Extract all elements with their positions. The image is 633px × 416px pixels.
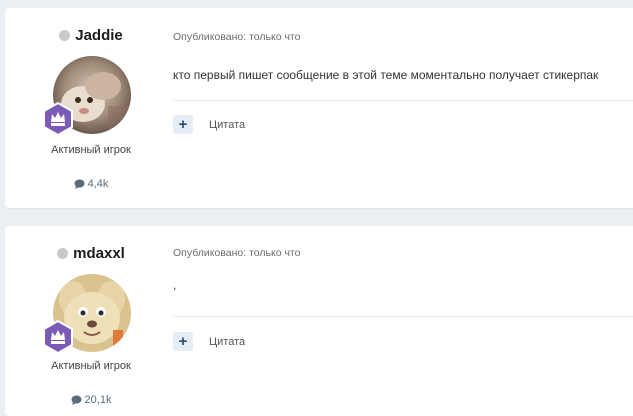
comment-icon <box>74 179 85 189</box>
divider <box>173 100 633 101</box>
published-time[interactable]: Опубликовано: только что <box>173 247 300 259</box>
rank-badge-icon <box>43 320 73 354</box>
offline-status-icon <box>59 30 71 41</box>
author-name-row[interactable]: mdaxxl <box>5 245 177 262</box>
post-count-value: 4,4k <box>87 178 109 190</box>
quote-button[interactable]: Цитата <box>209 336 245 348</box>
published-time[interactable]: Опубликовано: только что <box>173 31 300 43</box>
quote-plus-button[interactable]: + <box>173 115 193 134</box>
post-count-value: 20,1k <box>84 394 112 406</box>
offline-status-icon <box>57 248 69 259</box>
quote-plus-button[interactable]: + <box>173 332 193 351</box>
post-content: , <box>173 278 177 292</box>
rank-badge-icon <box>43 102 73 136</box>
post-count: 4,4k <box>5 178 177 190</box>
author-name-row[interactable]: Jaddie <box>5 27 177 44</box>
comment-icon <box>71 395 82 405</box>
rank-title: Активный игрок <box>51 360 131 372</box>
author-name[interactable]: mdaxxl <box>73 245 125 262</box>
quote-button[interactable]: Цитата <box>209 119 245 131</box>
divider <box>173 316 633 317</box>
post-content: кто первый пишет сообщение в этой теме м… <box>173 68 599 82</box>
post-card: Jaddie Активный игрок 4,4k Опубликовано:… <box>5 8 633 208</box>
post-card: mdaxxl Активный игрок 20,1k Опубликовано <box>5 226 633 416</box>
author-name[interactable]: Jaddie <box>75 27 123 44</box>
rank-title: Активный игрок <box>51 144 131 156</box>
post-count: 20,1k <box>5 394 177 406</box>
